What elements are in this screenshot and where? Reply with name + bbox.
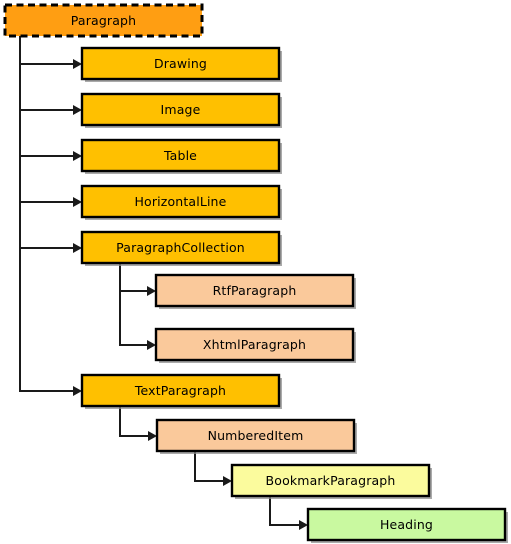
connector-line (119, 263, 147, 346)
node-rtfparagraph[interactable]: RtfParagraph (154, 273, 356, 309)
connector-paragraph-to-table (19, 36, 82, 161)
connector-line (19, 36, 73, 249)
connector-paragraphcollection-to-rtfparagraph (119, 263, 156, 296)
node-label: TextParagraph (134, 383, 226, 398)
connector-paragraphcollection-to-xhtmlparagraph (119, 263, 156, 350)
node-label: Paragraph (71, 13, 136, 28)
arrow-head-icon (147, 286, 156, 296)
arrow-head-icon (73, 386, 82, 396)
connector-line (194, 451, 223, 482)
class-hierarchy-diagram: Paragraph Drawing Image Table HorizontalLine… (0, 0, 511, 544)
connector-paragraph-to-drawing (19, 36, 82, 69)
node-label: Table (163, 148, 197, 163)
connector-line (269, 496, 299, 526)
node-bookmarkparagraph[interactable]: BookmarkParagraph (230, 463, 432, 499)
connector-paragraph-to-image (19, 36, 82, 115)
connector-paragraph-to-horizontalline (19, 36, 82, 207)
node-drawing[interactable]: Drawing (80, 46, 282, 82)
node-label: XhtmlParagraph (203, 337, 306, 352)
node-label: Image (161, 102, 201, 117)
arrow-head-icon (73, 197, 82, 207)
node-layer: Paragraph Drawing Image Table HorizontalLine… (3, 3, 508, 543)
node-paragraph[interactable]: Paragraph (3, 3, 204, 38)
node-label: NumberedItem (208, 428, 304, 443)
arrow-head-icon (73, 105, 82, 115)
connector-bookmarkparagraph-to-heading (269, 496, 308, 530)
connector-paragraph-to-textparagraph (19, 36, 82, 396)
arrow-head-icon (147, 340, 156, 350)
node-image[interactable]: Image (80, 92, 282, 128)
hierarchy-canvas: Paragraph Drawing Image Table HorizontalLine… (3, 3, 508, 543)
node-label: Drawing (154, 56, 207, 71)
node-label: ParagraphCollection (116, 240, 245, 255)
connector-textparagraph-to-numbereditem (119, 406, 157, 441)
arrow-head-icon (73, 151, 82, 161)
arrow-head-icon (299, 520, 308, 530)
arrow-head-icon (148, 431, 157, 441)
connector-paragraph-to-paragraphcollection (19, 36, 82, 253)
connector-line (19, 36, 73, 111)
connector-line (119, 263, 147, 292)
node-label: Heading (380, 517, 433, 532)
node-numbereditem[interactable]: NumberedItem (155, 418, 357, 454)
node-paragraphcollection[interactable]: ParagraphCollection (80, 230, 282, 266)
connector-numbereditem-to-bookmarkparagraph (194, 451, 232, 486)
node-label: BookmarkParagraph (266, 473, 396, 488)
arrow-head-icon (73, 59, 82, 69)
node-label: HorizontalLine (135, 194, 227, 209)
connector-line (19, 36, 73, 157)
connector-line (119, 406, 148, 437)
node-table[interactable]: Table (80, 138, 282, 174)
arrow-head-icon (223, 476, 232, 486)
arrow-head-icon (73, 243, 82, 253)
node-horizontalline[interactable]: HorizontalLine (80, 184, 282, 220)
node-xhtmlparagraph[interactable]: XhtmlParagraph (154, 327, 356, 363)
node-heading[interactable]: Heading (306, 507, 508, 543)
connector-line (19, 36, 73, 65)
node-label: RtfParagraph (213, 283, 297, 298)
node-textparagraph[interactable]: TextParagraph (80, 373, 282, 409)
connector-line (19, 36, 73, 392)
connector-line (19, 36, 73, 203)
